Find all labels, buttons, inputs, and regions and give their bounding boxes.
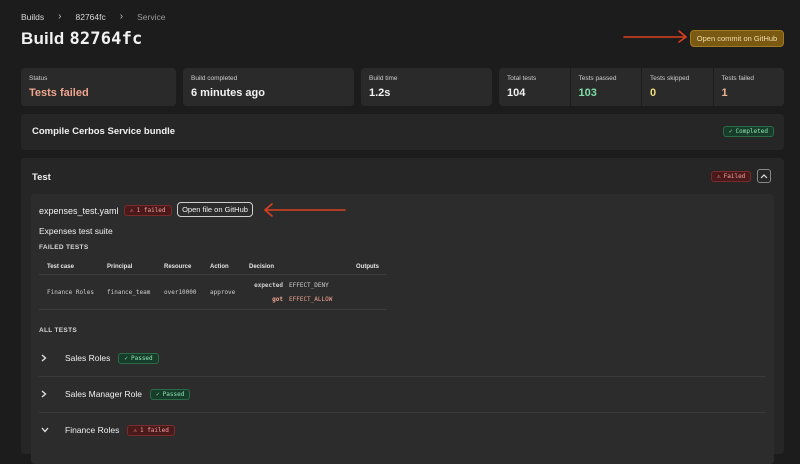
warning-icon: ⚠ [133,426,137,434]
chevron-up-icon [760,174,768,179]
resource-cell: over10000 [156,274,202,310]
tests-skipped-stat: Tests skipped 0 [641,68,713,106]
test-case-cell: Finance Roles [39,274,99,310]
annotation-arrow-icon [623,30,687,43]
column-header: Action [202,260,241,275]
test-file-name: expenses_test.yaml [39,206,119,216]
status-card: Status Tests failed [21,68,176,106]
list-item[interactable]: Sales Roles ✓ Passed [39,340,766,377]
failed-badge: ⚠ Failed [711,171,752,182]
collapse-test-button[interactable] [757,169,771,183]
check-icon: ✓ [156,390,160,398]
chevron-right-icon: › [119,11,124,22]
passed-badge: ✓ Passed [118,352,159,364]
tests-passed-stat: Tests passed 103 [569,68,642,106]
tests-failed-stat: Tests failed 1 [712,68,785,106]
table-row: Finance Roles finance_team over10000 app… [39,274,387,310]
failed-badge: ⚠ 1 failed [127,424,175,436]
file-failed-badge: ⚠ 1 failed [124,205,172,216]
warning-icon: ⚠ [130,207,134,214]
breadcrumb: Builds › 82764fc › Service [21,11,165,22]
test-name: Sales Roles [65,353,111,363]
build-time-card: Build time 1.2s [361,68,492,106]
test-section: Test ⚠ Failed expenses_test.yaml ⚠ 1 fai… [21,158,784,464]
decision-cell: expected EFFECT_DENY got EFFECT_ALLOW [241,274,348,310]
test-name: Sales Manager Role [65,389,143,399]
warning-icon: ⚠ [717,173,721,180]
page-title-prefix: Build [21,29,65,48]
breadcrumb-commit[interactable]: 82764fc [76,12,106,22]
test-stats-group: Total tests 104 Tests passed 103 Tests s… [499,68,784,106]
test-name: Finance Roles [65,425,120,435]
build-completed-value: 6 minutes ago [191,87,265,99]
page-title: Build 82764fc [21,29,142,49]
status-label: Status [29,75,48,82]
list-item[interactable]: Finance Roles ⚠ 1 failed [39,412,766,448]
compile-section: Compile Cerbos Service bundle ✓ Complete… [21,114,784,150]
column-header: Decision [241,260,348,275]
test-file-panel: expenses_test.yaml ⚠ 1 failed Open file … [31,194,774,464]
completed-badge: ✓ Completed [722,126,774,137]
table-header-row: Test case Principal Resource Action Deci… [39,260,387,275]
outputs-cell [348,274,387,310]
check-icon: ✓ [728,128,733,135]
failed-tests-heading: FAILED TESTS [39,244,89,251]
test-section-title: Test [32,172,51,183]
test-suite-title: Expenses test suite [39,226,113,236]
breadcrumb-current: Service [137,11,166,22]
build-time-label: Build time [369,75,398,82]
chevron-down-icon[interactable] [41,427,53,433]
expected-value: EFFECT_DENY [289,281,329,289]
page-title-hash: 82764fc [69,29,143,49]
build-completed-label: Build completed [191,75,238,82]
build-time-value: 1.2s [369,87,391,99]
principal-cell: finance_team [99,274,156,310]
got-label: got [272,295,283,303]
open-commit-github-button[interactable]: Open commit on GitHub [690,30,784,47]
total-tests-stat: Total tests 104 [507,75,537,99]
compile-section-title: Compile Cerbos Service bundle [32,126,176,137]
expected-label: expected [254,281,283,289]
status-value: Tests failed [29,87,89,99]
annotation-arrow-icon [264,203,346,217]
got-value: EFFECT_ALLOW [289,295,333,303]
open-file-github-button[interactable]: Open file on GitHub [177,202,253,217]
passed-badge: ✓ Passed [150,388,191,400]
breadcrumb-builds[interactable]: Builds [21,12,44,22]
failed-tests-table: Test case Principal Resource Action Deci… [39,260,387,310]
chevron-right-icon: › [58,11,62,22]
action-cell: approve [202,274,241,310]
column-header: Test case [39,260,99,275]
list-item[interactable]: Sales Manager Role ✓ Passed [39,376,766,413]
column-header: Resource [156,260,202,275]
check-icon: ✓ [124,354,128,362]
chevron-right-icon[interactable] [41,390,53,398]
chevron-right-icon[interactable] [41,354,53,362]
column-header: Principal [99,260,156,275]
column-header: Outputs [348,260,387,275]
all-tests-heading: ALL TESTS [39,327,77,334]
build-completed-card: Build completed 6 minutes ago [183,68,354,106]
